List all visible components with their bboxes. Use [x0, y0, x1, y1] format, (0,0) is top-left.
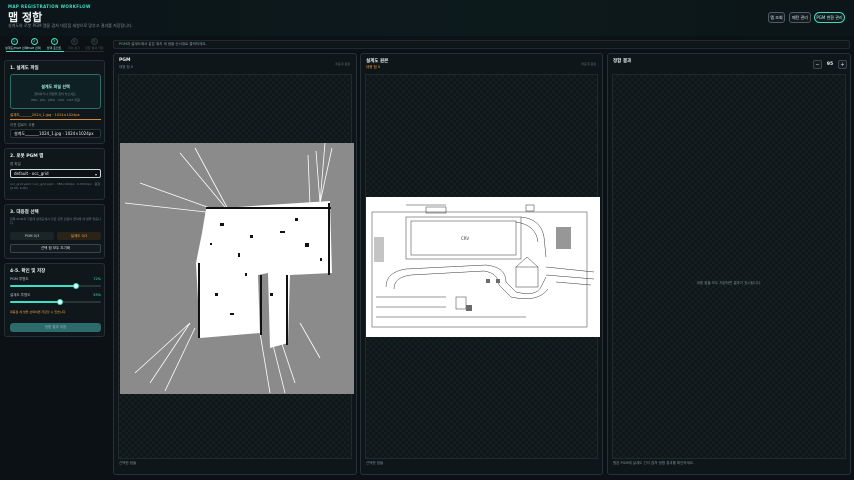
blueprint-card: 1. 설계도 파일 설계도 파일 선택 클릭하거나 파일을 끌어 놓으세요. P… [4, 60, 105, 144]
panel-footer: 선택한 점들 [119, 461, 137, 465]
panel-footer: 선택한 점들 [366, 461, 384, 465]
panel-subtitle: 대응 점 0 [366, 65, 381, 69]
step-dot: 1 [10, 38, 18, 45]
file-underline [10, 119, 101, 120]
selected-file-name: 설계도_______2024_1.jpg · 1024×1024px [10, 113, 80, 117]
plan-opacity-row: 설계도 투명도 55% [10, 293, 101, 298]
result-canvas[interactable]: 대응 점을 모두 지정하면 결과가 표시됩니다. [612, 74, 846, 459]
upload-main-text: 설계도 파일 선택 [41, 84, 70, 89]
map-file-label: 맵 파일 [10, 162, 21, 166]
chevron-down-icon: ▾ [94, 172, 97, 177]
zoom-in-button[interactable]: + [838, 60, 847, 69]
page-subtitle: 설계도와 로봇 PGM 맵을 겹쳐 대응점 세쌍으로 맞추고 결과를 저장합니다… [8, 23, 133, 28]
pgm-convert-button[interactable]: PGM 변환 관리 [814, 12, 845, 23]
pgm-card: 2. 로봇 PGM 맵 맵 파일 default · occ_grid ▾ oc… [4, 148, 105, 200]
step-dot: 3 [50, 38, 58, 45]
page-header: MAP REGISTRATION WORKFLOW 맵 정합 설계도와 로봇 P… [0, 0, 854, 36]
step-dot: 4 [70, 38, 78, 45]
slider-handle[interactable] [72, 283, 79, 289]
blueprint-canvas[interactable]: CRV [365, 74, 600, 459]
blueprint-panel: 설계도 원본 대응 점 0 좌표계 원점 CRV 선택한 점들 [360, 53, 603, 475]
panel-title: 설계도 원본 [366, 59, 389, 64]
zoom-level: 95 [826, 62, 834, 67]
step-3[interactable]: 3 선택 포인트 [45, 38, 63, 50]
step-label: 설계도/PGM 선택 [5, 46, 28, 50]
step-4[interactable]: 4 미리 보기 [65, 38, 83, 50]
pattern-manage-button[interactable]: 패턴 관리 [789, 12, 811, 23]
slider-fill [10, 285, 76, 287]
step-dot: 5 [90, 38, 98, 45]
slider-handle[interactable] [57, 299, 64, 305]
panel-origin-label: 좌표계 원점 [335, 62, 350, 66]
reset-points-button[interactable]: 선택 점 모두 초기화 [10, 244, 101, 253]
upload-formats: PNG · JPG · JPEG · SVG · DXF 지원 [31, 98, 80, 102]
step-1[interactable]: 1 설계도/PGM 선택 [5, 38, 28, 50]
recent-file-value: 설계도_______1024_1.jpg · 1024×1024px [14, 130, 94, 136]
panel-footer: 원본 PGM에 설계도 선이 겹쳐 정합 결과를 확인하세요. [613, 461, 695, 465]
plan-opacity-label: 설계도 투명도 [10, 293, 31, 297]
panel-subtitle: 대응 점 0 [119, 65, 134, 69]
plus-icon: + [840, 61, 845, 68]
points-instruction: 왼쪽 PGM과 가운데 설계도에서 같은 곳을 번갈아 클릭해 세 쌍을 맞춥니… [10, 217, 101, 226]
blueprint-image[interactable]: CRV [366, 197, 600, 337]
step-2[interactable]: 2 PGM 선택 [25, 38, 43, 50]
steps-progress [6, 51, 104, 52]
zoom-out-button[interactable]: − [813, 60, 822, 69]
plan-point-count: 설계도 0/3 [57, 232, 101, 240]
minus-icon: − [815, 61, 820, 68]
step-label: 선택 포인트 [46, 46, 62, 50]
pgm-opacity-value: 72% [93, 277, 101, 281]
step-label: 정합 결과 저장 [85, 46, 104, 50]
result-panel: 정합 결과 − 95 + 대응 점을 모두 지정하면 결과가 표시됩니다. 원본… [607, 53, 851, 475]
plan-opacity-slider[interactable] [10, 299, 101, 305]
pgm-panel: PGM 대응 점 0 좌표계 원점 선택한 점들 [113, 53, 357, 475]
points-card: 3. 대응점 선택 왼쪽 PGM과 가운데 설계도에서 같은 곳을 번갈아 클릭… [4, 204, 105, 259]
save-note: 대응점 세 쌍을 선택하면 저장할 수 있습니다. [10, 310, 67, 314]
plan-opacity-value: 55% [93, 293, 101, 297]
section-title: 2. 로봇 PGM 맵 [10, 154, 44, 159]
map-file-value: default · occ_grid [14, 171, 49, 176]
section-title: 1. 설계도 파일 [10, 66, 39, 71]
pgm-map-image[interactable] [120, 143, 354, 394]
result-empty-message: 대응 점을 모두 지정하면 결과가 표시됩니다. [696, 281, 762, 285]
save-card: 4-5. 확인 및 저장 PGM 투명도 72% 설계도 투명도 55% 대응점… [4, 263, 105, 337]
step-dot: 2 [30, 38, 38, 45]
panel-title: 정합 결과 [613, 59, 632, 64]
pgm-point-count: PGM 0/3 [10, 232, 54, 240]
step-label: 미리 보기 [68, 46, 80, 50]
save-result-button[interactable]: 정합 결과 저장 [10, 323, 101, 332]
map-file-info: occ_grid.yaml / occ_grid.pgm · 384×402px… [10, 182, 100, 191]
recent-file-select[interactable]: 설계도_______1024_1.jpg · 1024×1024px [10, 129, 101, 138]
map-file-select[interactable]: default · occ_grid ▾ [10, 169, 101, 178]
section-title: 4-5. 확인 및 저장 [10, 269, 46, 274]
pgm-opacity-row: PGM 투명도 72% [10, 277, 101, 282]
map-lookup-button[interactable]: 맵 조회 [768, 12, 785, 23]
slider-fill [10, 301, 61, 303]
upload-hint: 클릭하거나 파일을 끌어 놓으세요. [34, 92, 77, 96]
panel-origin-label: 좌표계 원점 [581, 62, 596, 66]
pgm-opacity-slider[interactable] [10, 283, 101, 289]
blueprint-upload-dropzone[interactable]: 설계도 파일 선택 클릭하거나 파일을 끌어 놓으세요. PNG · JPG ·… [10, 74, 101, 109]
section-title: 3. 대응점 선택 [10, 210, 39, 215]
blueprint-room-label: CRV [461, 236, 469, 241]
step-5[interactable]: 5 정합 결과 저장 [85, 38, 103, 50]
recent-label: 이전 업로드 사용 [10, 123, 35, 127]
panel-title: PGM [119, 58, 131, 63]
instruction-bar: PGM과 설계도에서 같은 위치 세 쌍을 순서대로 클릭하세요. [113, 40, 850, 49]
step-label: PGM 선택 [27, 46, 41, 50]
pgm-opacity-label: PGM 투명도 [10, 277, 29, 281]
pgm-canvas[interactable] [118, 74, 354, 459]
